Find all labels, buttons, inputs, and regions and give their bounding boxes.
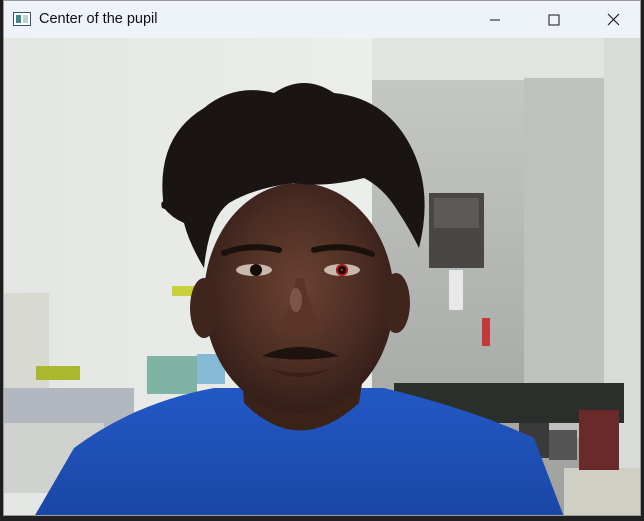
title-bar[interactable]: Center of the pupil [4,1,640,38]
taskbar-edge [0,516,644,521]
minimize-icon [490,19,500,20]
webcam-image [4,38,640,515]
opencv-window: Center of the pupil [3,0,641,516]
close-icon [607,13,619,26]
opencv-window-icon [13,12,31,26]
window-title: Center of the pupil [39,11,158,27]
maximize-icon [548,14,560,25]
container [147,356,197,394]
maximize-button[interactable] [525,1,583,38]
minimize-button[interactable] [466,1,524,38]
camera-frame [4,38,640,515]
close-button[interactable] [584,1,640,38]
